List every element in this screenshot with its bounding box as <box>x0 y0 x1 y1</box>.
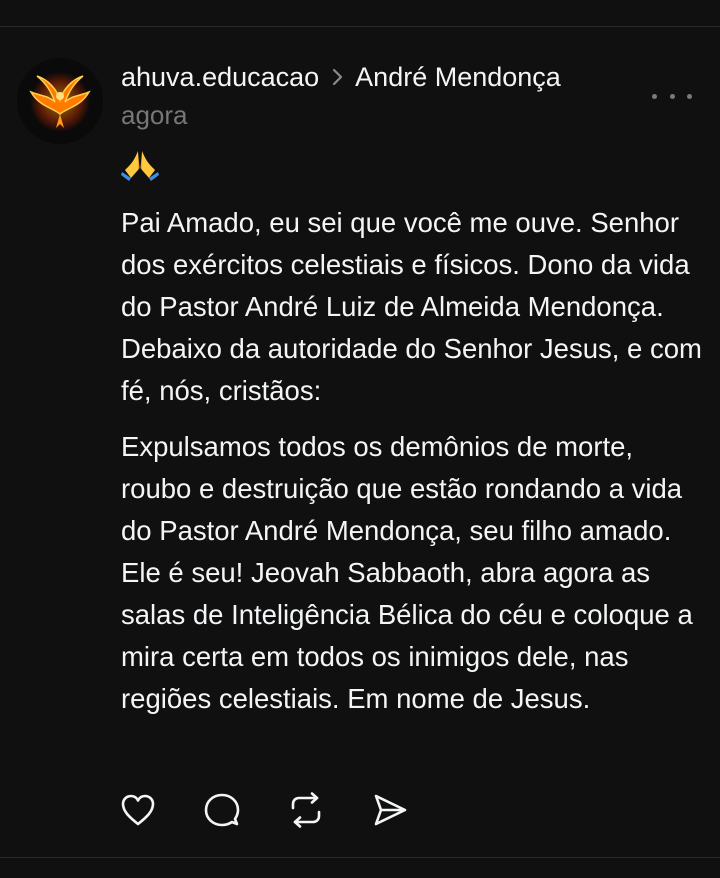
comment-button[interactable] <box>203 791 241 829</box>
more-options-button[interactable] <box>652 84 692 108</box>
share-button[interactable] <box>371 791 409 829</box>
more-horizontal-icon <box>669 93 675 99</box>
avatar[interactable] <box>17 58 103 144</box>
post-actions <box>119 790 409 830</box>
more-horizontal-icon <box>687 93 692 99</box>
post-paragraph: Pai Amado, eu sei que você me ouve. Senh… <box>121 207 702 406</box>
post-paragraph: Expulsamos todos os demônios de morte, r… <box>121 431 693 714</box>
thread-target-name[interactable]: André Mendonça <box>355 62 561 93</box>
bottom-divider <box>0 857 720 858</box>
praying-hands-icon <box>121 151 159 181</box>
chevron-right-icon <box>331 67 345 87</box>
praying-hands-emoji <box>121 148 159 186</box>
more-horizontal-icon <box>652 93 657 99</box>
post-timestamp: agora <box>121 100 188 130</box>
author-username[interactable]: ahuva.educacao <box>121 62 319 93</box>
flaming-bird-avatar-icon <box>17 58 103 144</box>
post-header: ahuva.educacao André Mendonça <box>121 58 561 96</box>
share-icon <box>374 794 407 826</box>
post-body: Pai Amado, eu sei que você me ouve. Senh… <box>121 202 706 720</box>
repost-icon <box>291 792 321 828</box>
comment-icon <box>204 793 240 827</box>
heart-icon <box>121 794 155 826</box>
repost-button[interactable] <box>287 791 325 829</box>
like-button[interactable] <box>119 791 157 829</box>
top-divider <box>0 26 720 27</box>
